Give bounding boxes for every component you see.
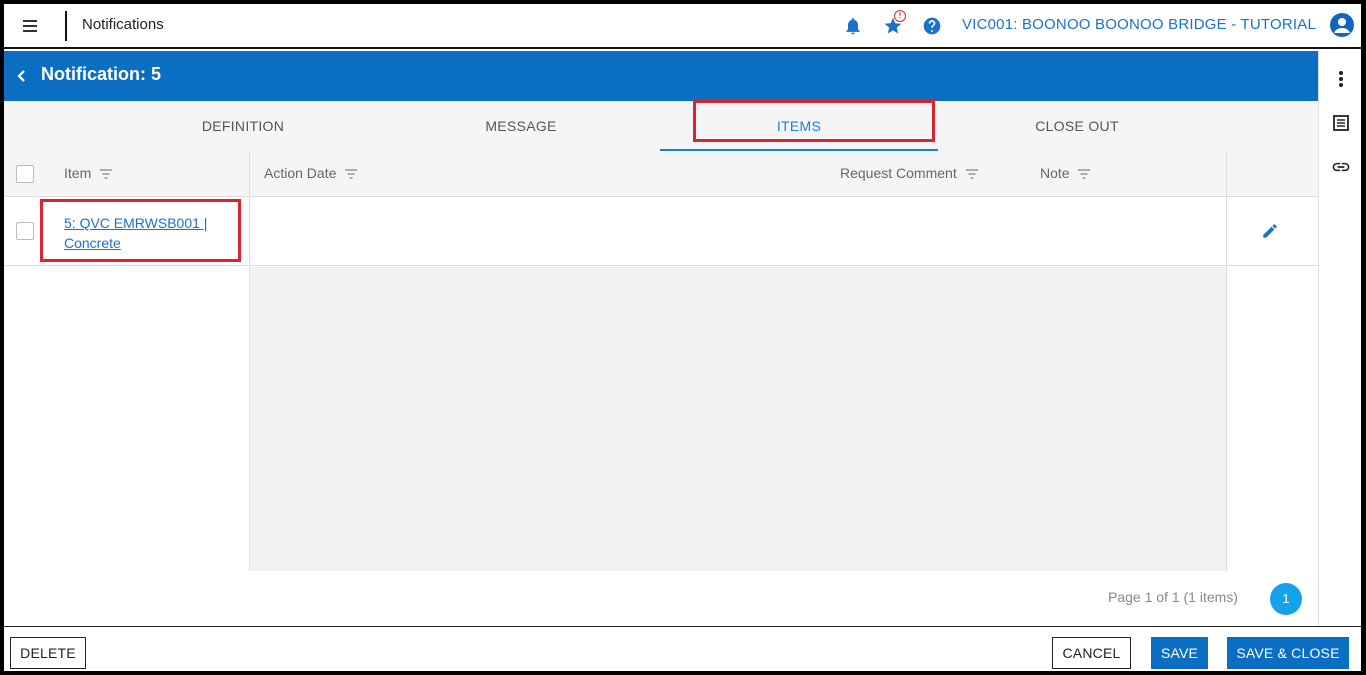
grid-empty-area (250, 267, 1226, 571)
tab-message[interactable]: MESSAGE (382, 101, 660, 151)
filter-icon[interactable] (100, 169, 113, 179)
page-button-1[interactable]: 1 (1270, 583, 1302, 615)
app-window: Notifications ! VIC001: BOONOO BOONOO BR… (4, 4, 1361, 671)
column-header-request-comment[interactable]: Request Comment (840, 165, 978, 181)
column-header-action-date[interactable]: Action Date (264, 165, 358, 181)
alert-badge: ! (894, 10, 906, 22)
item-link[interactable]: 5: QVC EMRWSB001 | Concrete (64, 213, 224, 253)
items-grid: Item Action Date Request Comment Note 5:… (4, 151, 1318, 571)
list-view-icon[interactable] (1331, 113, 1351, 133)
tab-items[interactable]: ITEMS (660, 101, 938, 151)
column-header-note[interactable]: Note (1040, 165, 1091, 181)
hamburger-menu-icon[interactable] (20, 17, 40, 35)
filter-icon[interactable] (965, 169, 978, 179)
save-close-button[interactable]: SAVE & CLOSE (1227, 637, 1349, 669)
project-selector-link[interactable]: VIC001: BOONOO BOONOO BRIDGE - TUTORIAL (962, 16, 1316, 33)
top-header: Notifications ! VIC001: BOONOO BOONOO BR… (4, 4, 1361, 49)
cancel-button[interactable]: CANCEL (1052, 637, 1131, 669)
grid-header: Item Action Date Request Comment Note (4, 151, 1318, 197)
back-chevron-icon[interactable] (12, 65, 32, 87)
header-divider (65, 11, 67, 41)
tab-bar: DEFINITION MESSAGE ITEMS CLOSE OUT (4, 101, 1318, 151)
star-icon[interactable]: ! (883, 10, 906, 36)
user-avatar-icon[interactable] (1330, 13, 1354, 37)
column-divider (1226, 151, 1227, 571)
more-vertical-icon[interactable] (1331, 69, 1351, 89)
tab-close-out[interactable]: CLOSE OUT (938, 101, 1216, 151)
pager-info: Page 1 of 1 (1 items) (1108, 589, 1238, 605)
column-divider (249, 151, 250, 571)
filter-icon[interactable] (1078, 169, 1091, 179)
table-row: 5: QVC EMRWSB001 | Concrete (4, 197, 1318, 266)
app-title: Notifications (82, 16, 164, 33)
page-title: Notification: 5 (41, 64, 161, 84)
right-toolbar (1318, 51, 1361, 626)
row-checkbox[interactable] (16, 222, 34, 240)
save-button[interactable]: SAVE (1151, 637, 1208, 669)
filter-icon[interactable] (345, 169, 358, 179)
tab-definition[interactable]: DEFINITION (104, 101, 382, 151)
bell-icon[interactable] (843, 16, 863, 36)
select-all-checkbox[interactable] (16, 165, 34, 183)
edit-pencil-icon[interactable] (1261, 222, 1279, 240)
delete-button[interactable]: DELETE (10, 637, 86, 669)
footer-bar: DELETE CANCEL SAVE SAVE & CLOSE (4, 626, 1361, 671)
title-bar: Notification: 5 (4, 51, 1318, 101)
help-icon[interactable] (922, 16, 942, 36)
link-icon[interactable] (1331, 157, 1351, 177)
column-header-item[interactable]: Item (64, 165, 113, 181)
